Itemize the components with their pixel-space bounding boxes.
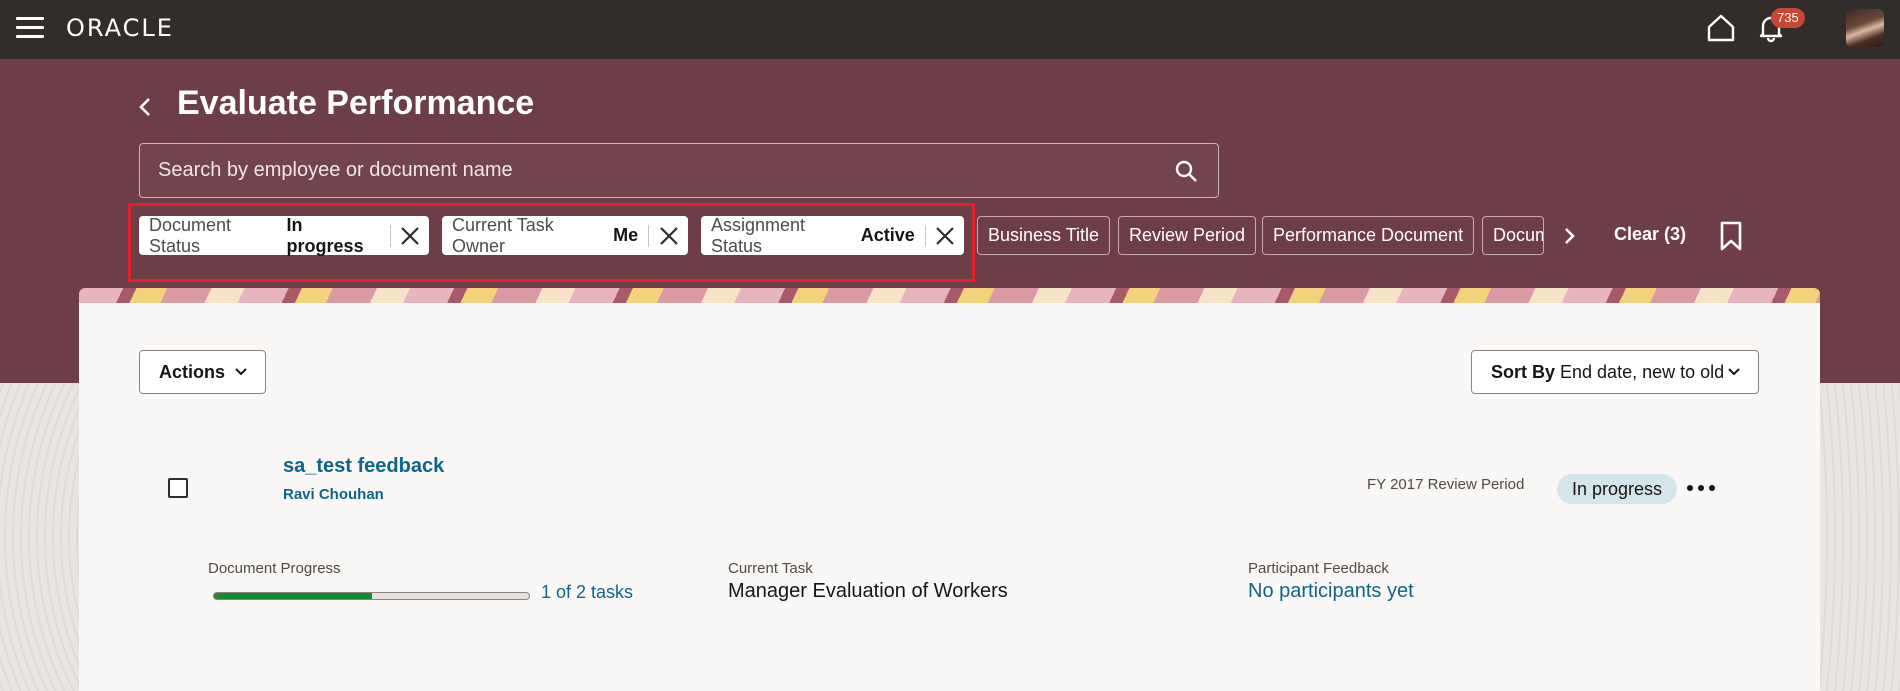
sort-by-select[interactable]: Sort By End date, new to old <box>1471 350 1759 394</box>
clear-filters-button[interactable]: Clear (3) <box>1614 224 1686 245</box>
document-progress-bar <box>213 592 530 600</box>
search-box[interactable] <box>139 143 1219 198</box>
actions-menu-button[interactable]: Actions <box>139 350 266 394</box>
actions-label: Actions <box>159 361 226 382</box>
back-button[interactable] <box>134 92 158 122</box>
user-avatar[interactable] <box>1846 9 1884 47</box>
search-icon[interactable] <box>1174 159 1198 183</box>
review-period: FY 2017 Review Period <box>1367 476 1525 493</box>
home-icon[interactable] <box>1705 12 1737 44</box>
participant-feedback-link[interactable]: No participants yet <box>1248 580 1414 603</box>
more-horizontal-icon <box>1687 485 1715 491</box>
sort-prefix: Sort By <box>1491 361 1556 382</box>
sort-value: End date, new to old <box>1560 361 1725 382</box>
bookmark-icon <box>1720 221 1742 251</box>
document-progress-label: Document Progress <box>208 560 341 577</box>
document-title-link[interactable]: sa_test feedback <box>283 455 444 478</box>
oracle-logo[interactable]: ORACLE <box>66 14 174 42</box>
document-progress-link[interactable]: 1 of 2 tasks <box>541 582 633 603</box>
status-badge: In progress <box>1557 474 1678 504</box>
menu-icon[interactable] <box>16 17 44 39</box>
filter-chip-document[interactable]: Document <box>1482 216 1544 255</box>
document-progress-fill <box>214 593 372 599</box>
page-title: Evaluate Performance <box>177 84 535 122</box>
more-actions-button[interactable] <box>1685 478 1717 498</box>
filter-chip-performance-document[interactable]: Performance Document <box>1262 216 1475 255</box>
search-input[interactable] <box>158 144 1138 197</box>
current-task-label: Current Task <box>728 560 813 577</box>
notification-count-badge: 735 <box>1771 8 1805 28</box>
highlight-box <box>128 203 975 282</box>
participant-feedback-label: Participant Feedback <box>1248 560 1389 577</box>
filter-chip-business-title[interactable]: Business Title <box>977 216 1111 255</box>
chevron-down-icon <box>1728 368 1740 376</box>
filter-chip-review-period[interactable]: Review Period <box>1118 216 1257 255</box>
document-owner-link[interactable]: Ravi Chouhan <box>283 486 384 503</box>
chevron-right-icon <box>1565 228 1575 244</box>
current-task-value: Manager Evaluation of Workers <box>728 580 1008 602</box>
scroll-filters-right-button[interactable] <box>1558 222 1582 250</box>
global-header: ORACLE 735 <box>0 0 1900 59</box>
save-search-button[interactable] <box>1718 220 1744 252</box>
select-document-checkbox[interactable] <box>168 478 188 498</box>
chevron-down-icon <box>235 368 247 376</box>
